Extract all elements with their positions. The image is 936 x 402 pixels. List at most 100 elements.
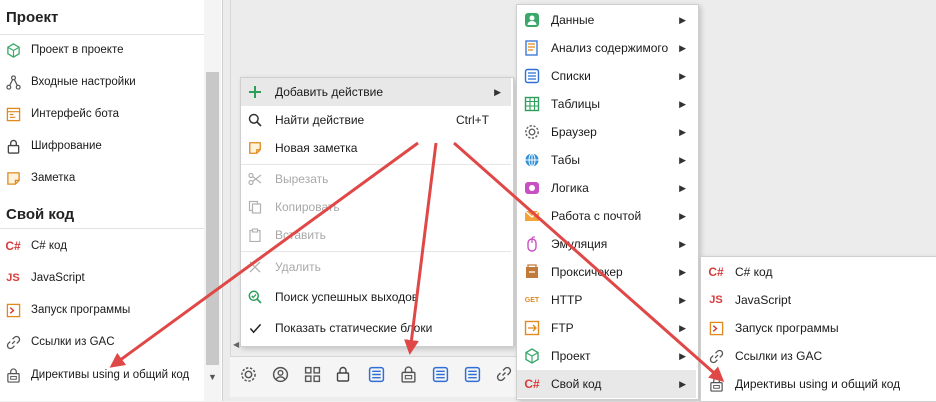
menu-item-copy[interactable]: Копировать — [241, 193, 511, 221]
branch-icon — [5, 74, 21, 90]
sidebar-item-gac-links[interactable]: Ссылки из GAC — [0, 327, 204, 357]
sidebar-scrollbar-thumb[interactable] — [206, 72, 219, 365]
subsubmenu-item-run-program[interactable]: Запуск программы — [701, 314, 935, 342]
menu-item-add-action[interactable]: Добавить действие ▶ — [241, 78, 511, 106]
sidebar-item-encryption[interactable]: Шифрование — [0, 131, 204, 161]
terminal-icon — [707, 319, 725, 337]
menu-item-find-successful-exits[interactable]: Поиск успешных выходов — [241, 283, 511, 311]
submenu-item-tabs[interactable]: Табы ▶ — [517, 146, 696, 174]
directives-icon — [707, 375, 725, 393]
subsubmenu-item-label: Директивы using и общий код — [735, 377, 901, 391]
gear-icon — [523, 123, 541, 141]
csharp-icon: C# — [708, 265, 724, 279]
subsubmenu-item-javascript[interactable]: JS JavaScript — [701, 286, 935, 314]
submenu-item-tables[interactable]: Таблицы ▶ — [517, 90, 696, 118]
user-circle-icon[interactable] — [270, 364, 290, 384]
table-icon — [523, 95, 541, 113]
list-icon — [523, 67, 541, 85]
subsubmenu-item-label: C# код — [735, 265, 773, 279]
submenu-item-label: Логика — [551, 181, 589, 195]
sidebar-item-input-settings[interactable]: Входные настройки — [0, 67, 204, 97]
sidebar-item-run-program[interactable]: Запуск программы — [0, 295, 204, 325]
note-icon — [247, 140, 263, 156]
proxy-icon — [523, 263, 541, 281]
subsubmenu-item-csharp[interactable]: C# C# код — [701, 258, 935, 286]
logic-icon — [523, 179, 541, 197]
menu-item-label: Удалить — [275, 260, 321, 274]
checkmark-icon — [247, 320, 263, 336]
sidebar-item-label: Интерфейс бота — [31, 108, 120, 120]
submenu-arrow-icon: ▶ — [679, 14, 686, 25]
sidebar-item-label: Входные настройки — [31, 76, 136, 88]
submenu-item-label: Анализ содержимого — [551, 41, 669, 55]
gear-icon[interactable] — [238, 364, 258, 384]
lock-icon[interactable] — [333, 364, 353, 384]
submenu-item-label: FTP — [551, 321, 574, 335]
menu-item-new-note[interactable]: Новая заметка — [241, 134, 511, 162]
directives-icon[interactable] — [398, 364, 418, 384]
section-divider — [0, 228, 204, 229]
sidebar-item-project-in-project[interactable]: Проект в проекте — [0, 35, 204, 65]
sidebar-item-bot-interface[interactable]: Интерфейс бота — [0, 99, 204, 129]
submenu-item-mail[interactable]: Работа с почтой ▶ — [517, 202, 696, 230]
submenu-item-label: Проксичекер — [551, 265, 623, 279]
sidebar-item-label: Запуск программы — [31, 304, 131, 316]
submenu-item-content-analysis[interactable]: Анализ содержимого ▶ — [517, 34, 696, 62]
submenu-item-label: Работа с почтой — [551, 209, 642, 223]
link-icon — [707, 347, 725, 365]
sidebar-item-label: Ссылки из GAC — [31, 336, 115, 348]
submenu-item-label: Списки — [551, 69, 591, 83]
menu-item-show-static-blocks[interactable]: Показать статические блоки — [241, 314, 511, 342]
submenu-item-label: Эмуляция — [551, 237, 608, 251]
paste-icon — [247, 227, 263, 243]
menu-item-delete[interactable]: Удалить — [241, 253, 511, 281]
submenu-item-data[interactable]: Данные ▶ — [517, 6, 696, 34]
submenu-item-label: HTTP — [551, 293, 583, 307]
submenu-item-logic[interactable]: Логика ▶ — [517, 174, 696, 202]
list-icon[interactable] — [366, 364, 386, 384]
submenu-item-http[interactable]: GET HTTP ▶ — [517, 286, 696, 314]
window-icon — [5, 106, 21, 122]
directives-icon — [5, 367, 21, 383]
submenu-item-label: Проект — [551, 349, 591, 363]
submenu-arrow-icon: ▶ — [494, 86, 501, 97]
menu-item-cut[interactable]: Вырезать — [241, 165, 511, 193]
submenu-arrow-icon: ▶ — [679, 378, 686, 389]
js-icon: JS — [6, 272, 20, 284]
subsubmenu-item-gac-links[interactable]: Ссылки из GAC — [701, 342, 935, 370]
shortcut-label: Ctrl+T — [456, 113, 489, 127]
toolbar-scroll-left-icon[interactable]: ◀ — [233, 340, 239, 349]
grid-icon[interactable] — [302, 364, 322, 384]
submenu-item-proxychecker[interactable]: Проксичекер ▶ — [517, 258, 696, 286]
submenu-arrow-icon: ▶ — [679, 154, 686, 165]
submenu-item-emulation[interactable]: Эмуляция ▶ — [517, 230, 696, 258]
submenu-item-project[interactable]: Проект ▶ — [517, 342, 696, 370]
sidebar-item-javascript[interactable]: JS JavaScript — [0, 263, 204, 293]
sidebar-item-label: C# код — [31, 240, 67, 252]
link-icon[interactable] — [494, 364, 514, 384]
submenu-arrow-icon: ▶ — [679, 42, 686, 53]
submenu-item-lists[interactable]: Списки ▶ — [517, 62, 696, 90]
mail-icon — [523, 207, 541, 225]
subsubmenu-item-using-directives[interactable]: Директивы using и общий код — [701, 370, 935, 398]
menu-item-paste[interactable]: Вставить — [241, 221, 511, 249]
copy-icon — [247, 199, 263, 215]
submenu-item-label: Табы — [551, 153, 580, 167]
submenu-arrow-icon: ▶ — [679, 322, 686, 333]
list-icon[interactable] — [430, 364, 450, 384]
sidebar-item-note[interactable]: Заметка — [0, 163, 204, 193]
sidebar-item-using-directives[interactable]: Директивы using и общий код — [0, 360, 204, 390]
menu-item-label: Копировать — [275, 200, 340, 214]
subsubmenu-item-label: JavaScript — [735, 293, 792, 307]
submenu-item-ftp[interactable]: FTP ▶ — [517, 314, 696, 342]
canvas-divider — [230, 0, 231, 360]
list-icon[interactable] — [462, 364, 482, 384]
sidebar-item-csharp[interactable]: C# C# код — [0, 231, 204, 261]
submenu-item-browser[interactable]: Браузер ▶ — [517, 118, 696, 146]
submenu-arrow-icon: ▶ — [679, 126, 686, 137]
scroll-down-arrow-icon[interactable]: ▼ — [206, 372, 219, 386]
submenu-item-custom-code[interactable]: C# Свой код ▶ — [517, 370, 696, 398]
plus-icon — [247, 84, 263, 100]
menu-item-find-action[interactable]: Найти действие Ctrl+T — [241, 106, 511, 134]
section-title-project: Проект — [6, 9, 59, 26]
